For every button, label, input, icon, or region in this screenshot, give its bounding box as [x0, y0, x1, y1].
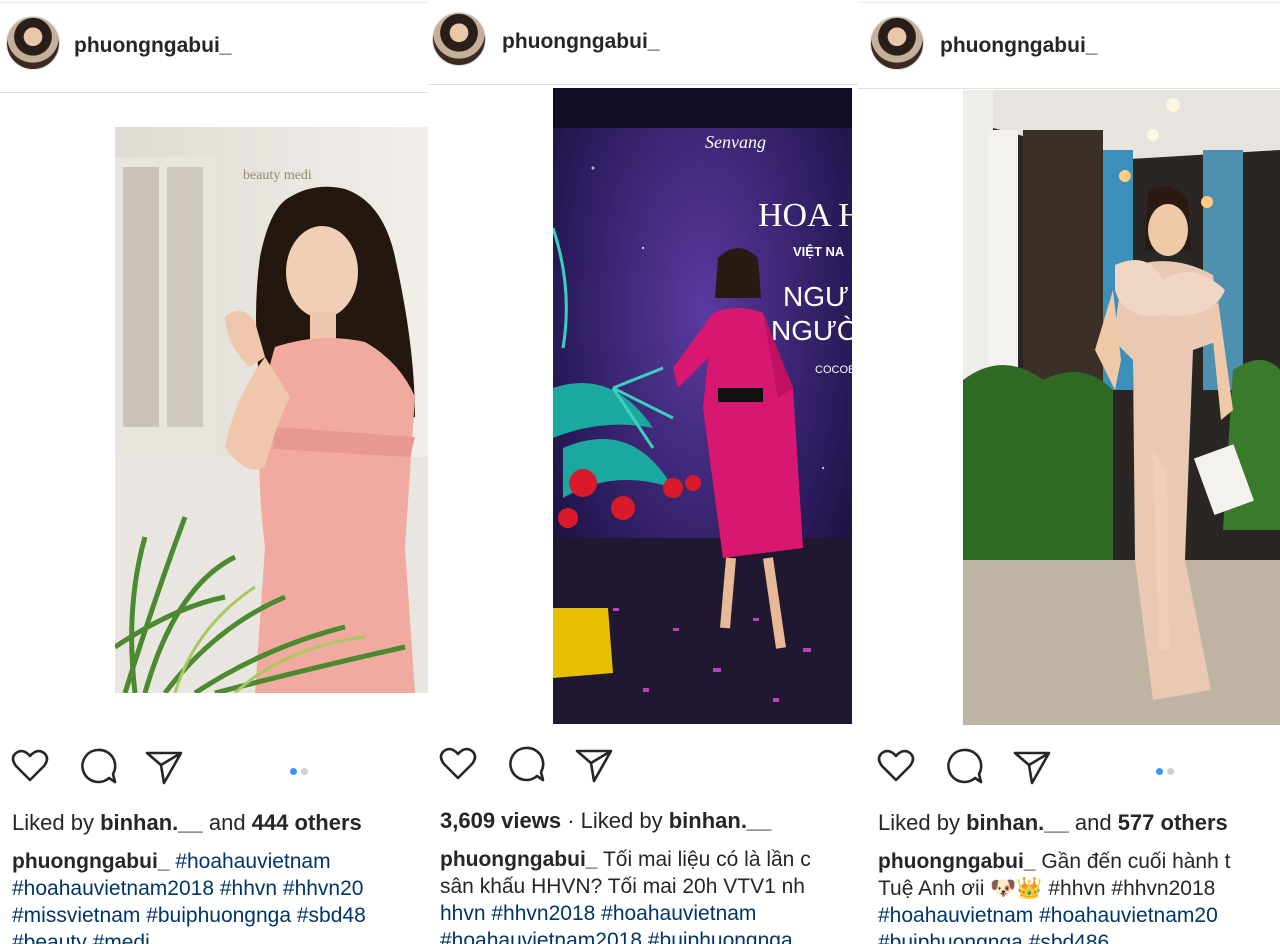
- caption: phuongngabui_ Gần đến cuối hành t Tuệ An…: [878, 848, 1230, 944]
- likes-prefix: Liked by: [12, 810, 101, 835]
- heart-icon[interactable]: [8, 744, 52, 788]
- liked-by-user[interactable]: binhan.__: [966, 810, 1069, 835]
- likes-and: and: [1068, 810, 1118, 835]
- caption-line[interactable]: #beauty #medi: [12, 929, 366, 944]
- views-line[interactable]: 3,609 views · Liked by binhan.__: [440, 808, 771, 834]
- wall-sign-text: beauty medi: [243, 168, 312, 183]
- post-panel-3: phuongngabui_ Liked by binhan.__ and 577…: [858, 0, 1280, 944]
- action-bar: [428, 742, 858, 788]
- post-header: phuongngabui_: [0, 0, 428, 88]
- avatar[interactable]: [870, 16, 924, 70]
- likes-count[interactable]: 444 others: [252, 810, 362, 835]
- caption-line: Tuệ Anh ơii 🐶👑 #hhvn #hhvn2018: [878, 877, 1216, 900]
- likes-line[interactable]: Liked by binhan.__ and 444 others: [12, 810, 362, 836]
- post-photo[interactable]: beauty medi: [115, 127, 428, 693]
- action-bar: [0, 744, 428, 790]
- action-bar: [858, 744, 1280, 790]
- caption-line[interactable]: #hoahauvietnam: [169, 850, 330, 873]
- stage-line1-text: NGƯ: [783, 281, 849, 312]
- comment-icon[interactable]: [504, 742, 548, 786]
- share-icon[interactable]: [1010, 744, 1054, 788]
- views-count[interactable]: 3,609 views: [440, 808, 561, 833]
- likes-line[interactable]: Liked by binhan.__ and 577 others: [878, 810, 1228, 836]
- post-header: phuongngabui_: [428, 0, 858, 84]
- liked-by-user[interactable]: binhan.__: [100, 810, 203, 835]
- caption-line: sân khấu HHVN? Tối mai 20h VTV1 nh: [440, 875, 805, 898]
- post-panel-2: phuongngabui_ Senvang HOA HẬ VIỆT NA: [428, 0, 858, 944]
- carousel-dot: [1167, 768, 1174, 775]
- likes-prefix: Liked by: [878, 810, 967, 835]
- comment-icon[interactable]: [76, 744, 120, 788]
- screenshot-collage: phuongngabui_ beauty medi Liked by binha…: [0, 0, 1280, 944]
- username-link[interactable]: phuongngabui_: [502, 30, 659, 54]
- username-link[interactable]: phuongngabui_: [74, 34, 231, 58]
- photo-woman-beige-gown: [963, 90, 1280, 725]
- carousel-dots: [1156, 762, 1178, 780]
- heart-icon[interactable]: [874, 744, 918, 788]
- share-icon[interactable]: [142, 744, 186, 788]
- caption-line[interactable]: hhvn #hhvn2018 #hoahauvietnam: [440, 900, 811, 927]
- likes-and: and: [202, 810, 252, 835]
- carousel-dot-active: [290, 768, 297, 775]
- caption-username[interactable]: phuongngabui_: [12, 850, 169, 873]
- stage-brand-text: Senvang: [705, 132, 766, 152]
- caption-line[interactable]: #hoahauvietnam #hoahauvietnam20: [878, 902, 1230, 929]
- post-photo[interactable]: [963, 90, 1280, 725]
- likes-prefix: · Liked by: [561, 808, 669, 833]
- video-stage-performance: Senvang HOA HẬ VIỆT NA NGƯ NGƯỜ COCOB: [553, 88, 852, 724]
- likes-count[interactable]: 577 others: [1118, 810, 1228, 835]
- caption-line[interactable]: #hoahauvietnam2018 #buiphuongnga: [440, 927, 811, 944]
- comment-icon[interactable]: [942, 744, 986, 788]
- caption-line[interactable]: #hoahauvietnam2018 #hhvn #hhvn20: [12, 875, 366, 902]
- header-divider: [858, 88, 1280, 89]
- caption-line[interactable]: #missvietnam #buiphuongnga #sbd48: [12, 902, 366, 929]
- caption-line: Gần đến cuối hành t: [1035, 850, 1231, 873]
- liked-by-user[interactable]: binhan.__: [669, 808, 772, 833]
- carousel-dots: [290, 762, 312, 780]
- stage-line2-text: NGƯỜ: [771, 315, 852, 346]
- heart-icon[interactable]: [436, 742, 480, 786]
- share-icon[interactable]: [572, 742, 616, 786]
- avatar[interactable]: [6, 16, 60, 70]
- caption-username[interactable]: phuongngabui_: [440, 848, 597, 871]
- post-panel-1: phuongngabui_ beauty medi Liked by binha…: [0, 0, 428, 944]
- caption-line[interactable]: #buiphuongnga #sbd486: [878, 929, 1230, 944]
- header-divider: [428, 84, 858, 85]
- carousel-dot: [301, 768, 308, 775]
- stage-title-text: HOA HẬ: [758, 197, 852, 234]
- caption: phuongngabui_ Tối mai liệu có là lần c s…: [440, 846, 811, 944]
- avatar[interactable]: [432, 12, 486, 66]
- stage-venue-text: COCOB: [815, 364, 852, 376]
- post-video[interactable]: Senvang HOA HẬ VIỆT NA NGƯ NGƯỜ COCOB: [553, 88, 852, 724]
- photo-woman-pink-dress: beauty medi: [115, 127, 428, 693]
- caption-line: Tối mai liệu có là lần c: [597, 848, 811, 871]
- caption: phuongngabui_ #hoahauvietnam #hoahauviet…: [12, 848, 366, 944]
- carousel-dot-active: [1156, 768, 1163, 775]
- header-divider: [0, 92, 428, 93]
- post-header: phuongngabui_: [858, 0, 1280, 88]
- caption-username[interactable]: phuongngabui_: [878, 850, 1035, 873]
- stage-sub-text: VIỆT NA: [793, 244, 845, 259]
- username-link[interactable]: phuongngabui_: [940, 34, 1097, 58]
